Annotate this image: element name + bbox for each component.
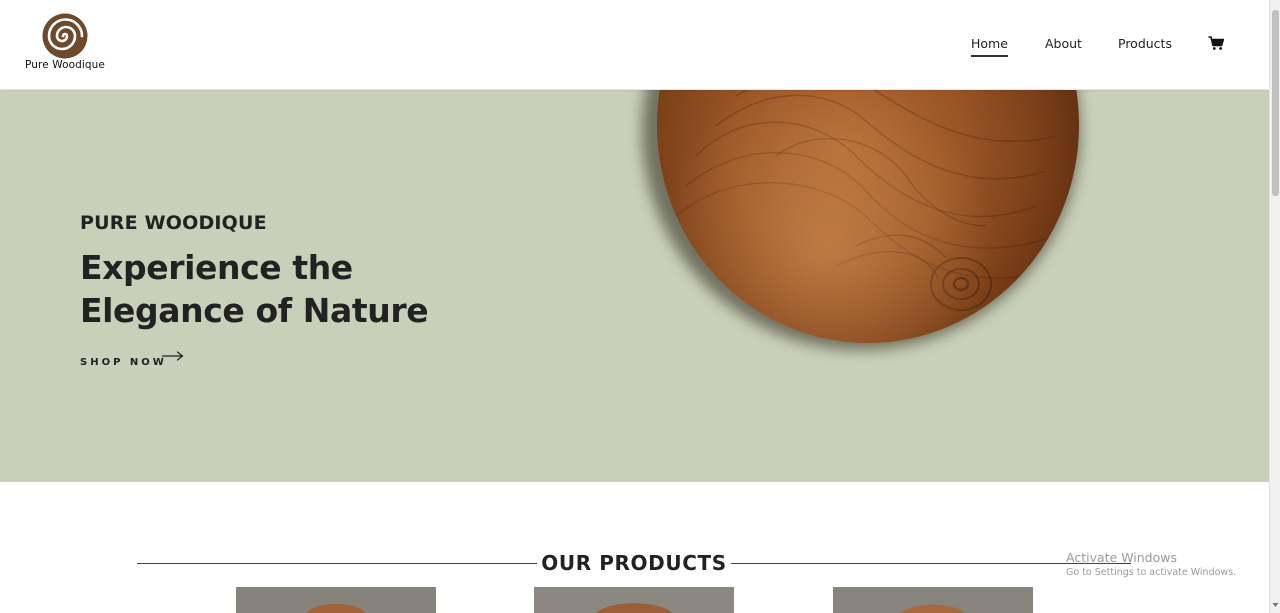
nav-about[interactable]: About [1045,36,1082,51]
arrow-right-icon [162,351,184,361]
cart-button[interactable] [1208,35,1225,51]
nav-home[interactable]: Home [971,36,1008,57]
site-header: Pure Woodique Home About Products [0,0,1269,90]
vertical-scrollbar[interactable] [1269,0,1280,613]
scrollbar-thumb[interactable] [1272,10,1279,196]
shop-now-button[interactable]: SHOP NOW [80,350,184,368]
hero-section: PURE WOODIQUE Experience the Elegance of… [0,90,1269,482]
shop-now-label: SHOP NOW [80,357,167,368]
scroll-down-icon[interactable] [1272,601,1279,609]
cart-icon [1208,36,1225,50]
product-image [833,587,1033,613]
product-image [236,587,436,613]
product-card[interactable] [236,587,436,613]
hero-eyebrow: PURE WOODIQUE [80,212,267,234]
divider-line [137,563,537,564]
main-nav: Home About Products [0,35,1269,57]
product-image [534,587,734,613]
product-card[interactable] [833,587,1033,613]
hero-title: Experience the Elegance of Nature [80,248,429,330]
wooden-bowl-image [657,90,1079,343]
watermark-title: Activate Windows [1066,550,1177,565]
product-card[interactable] [534,587,734,613]
nav-products[interactable]: Products [1118,36,1172,51]
logo-text: Pure Woodique [25,59,105,71]
watermark-subtitle: Go to Settings to activate Windows. [1066,567,1237,578]
windows-activation-watermark: Activate Windows Go to Settings to activ… [1066,550,1236,578]
products-heading: OUR PRODUCTS [541,551,727,575]
